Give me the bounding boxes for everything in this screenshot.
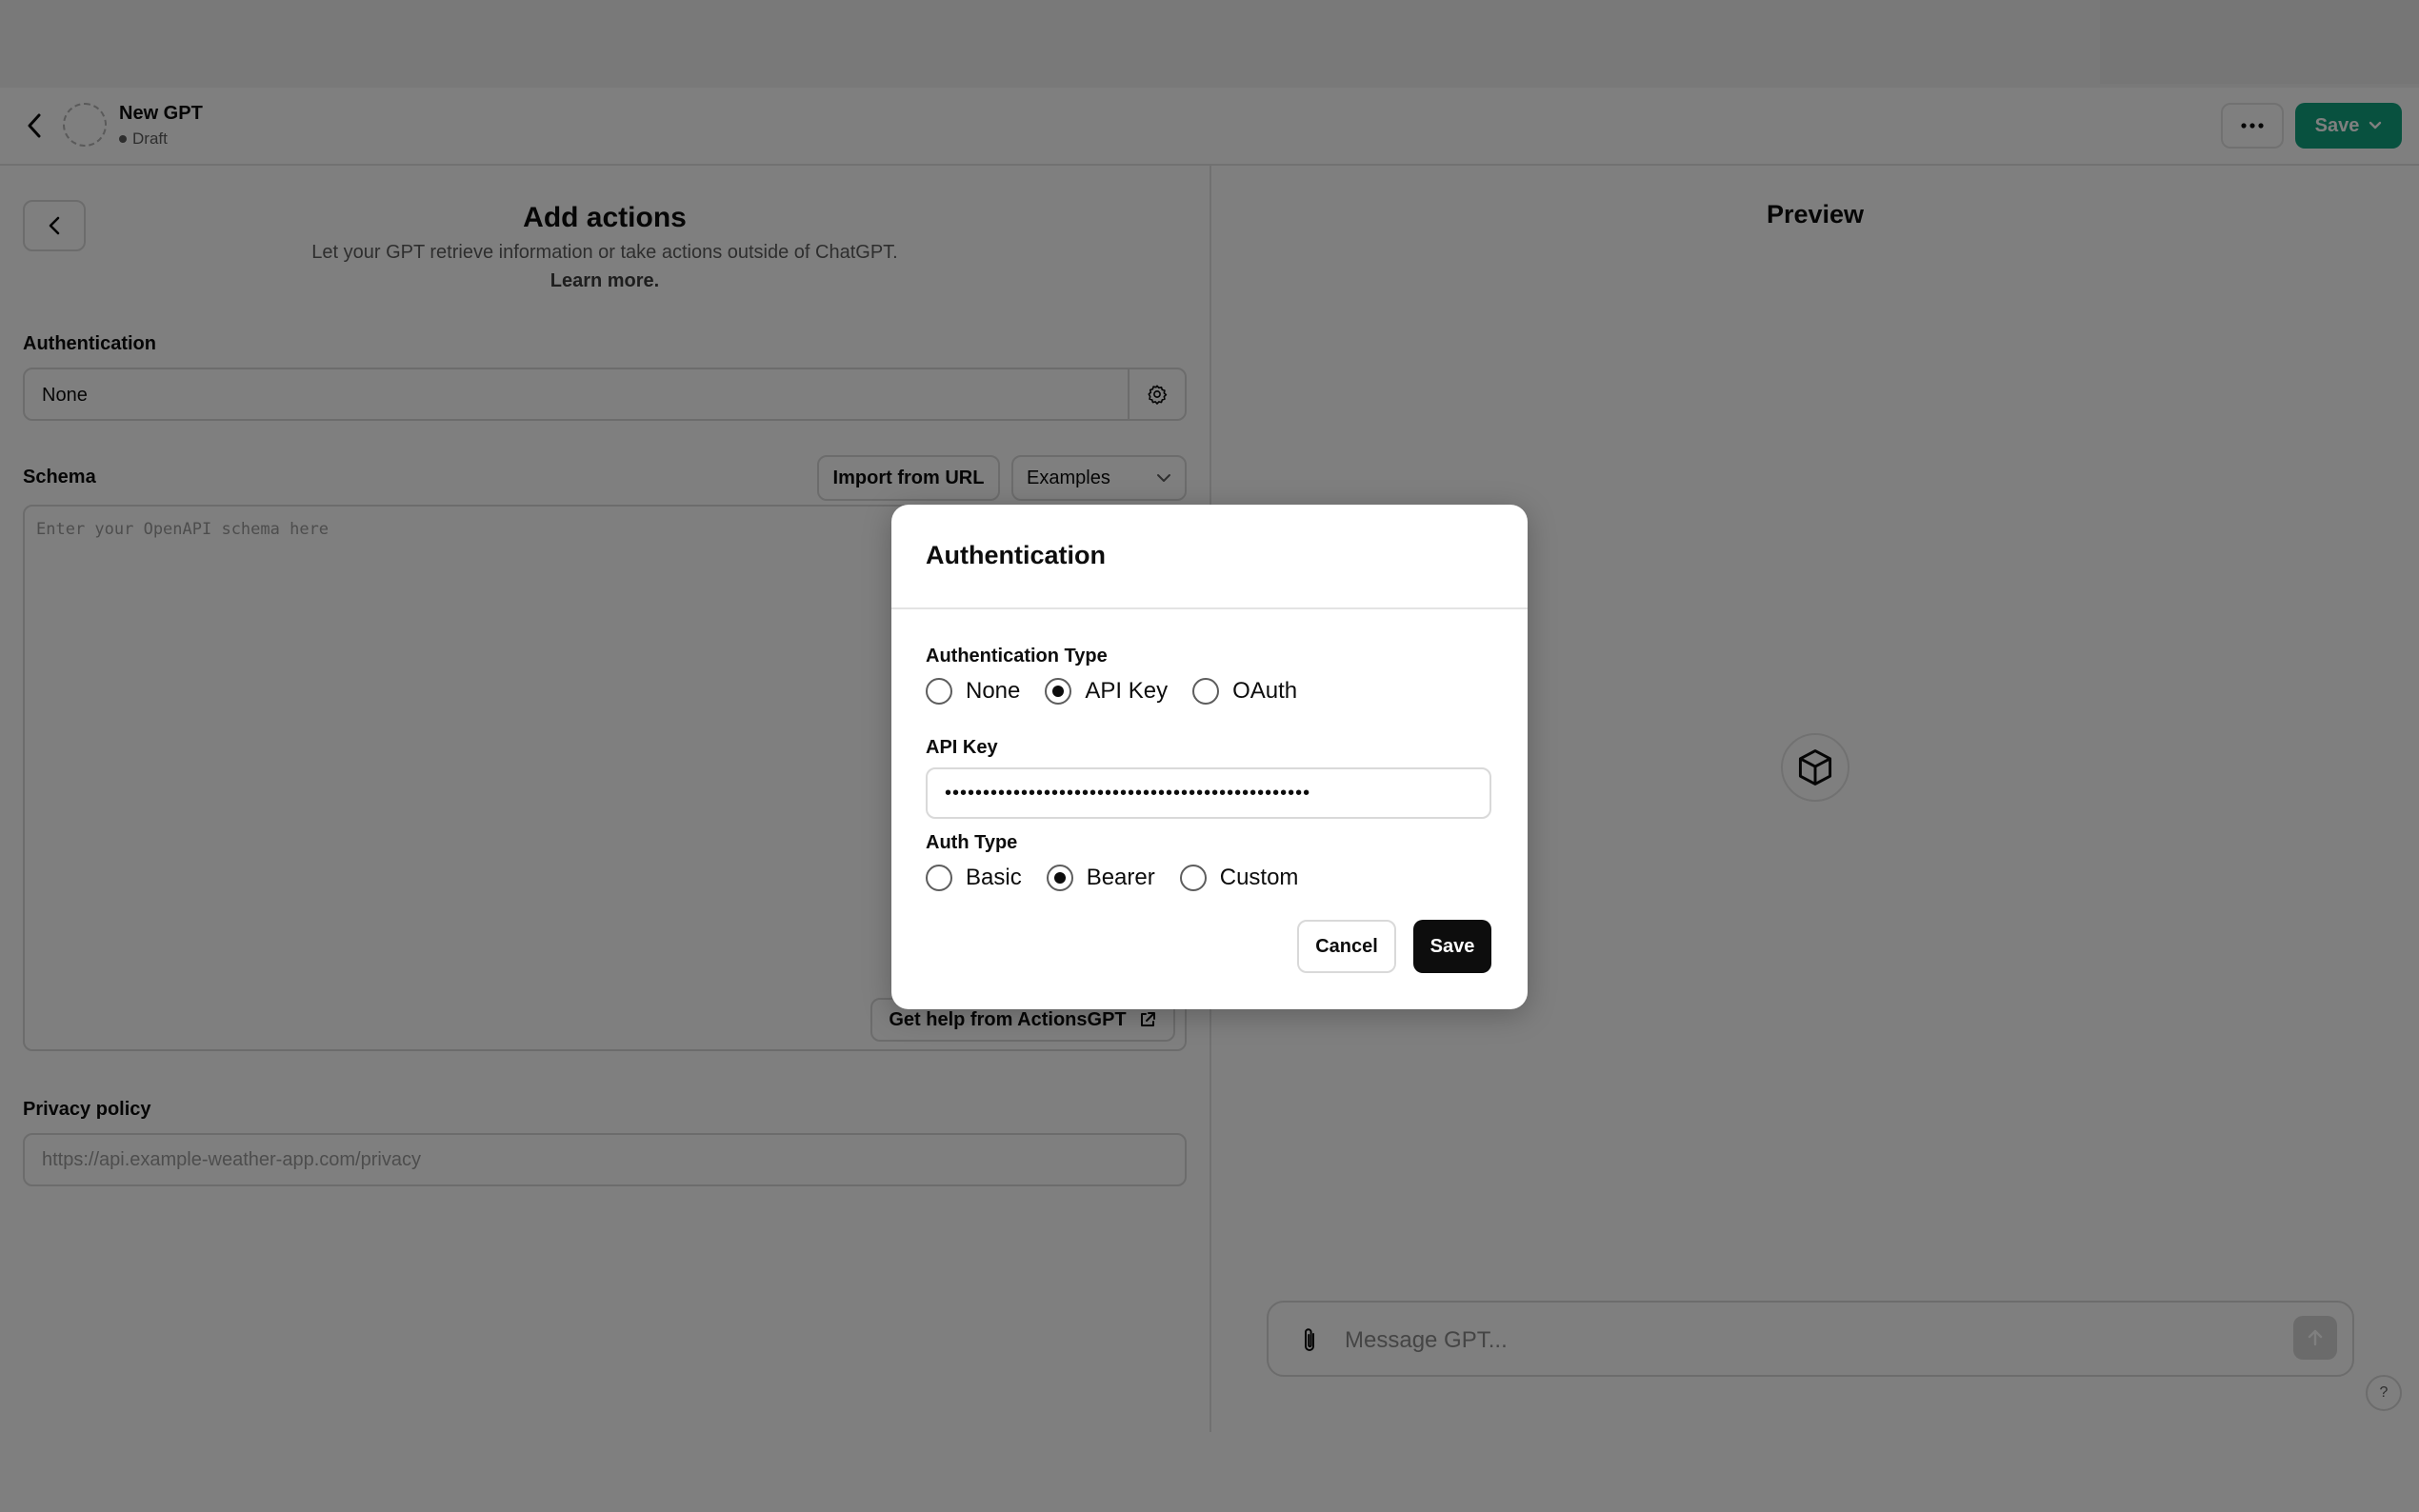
authentication-modal: Authentication Authentication Type None … xyxy=(891,505,1528,1009)
radio-button-selected[interactable] xyxy=(1045,678,1072,705)
auth-type-label: Authentication Type xyxy=(926,646,1108,666)
radio-button[interactable] xyxy=(926,678,952,705)
gpt-editor: New GPT Draft Save Add actions Let your … xyxy=(0,0,2419,1512)
radio-button[interactable] xyxy=(1192,678,1220,705)
radio-button[interactable] xyxy=(1179,865,1207,891)
auth-type-radio-group: None API Key OAuth xyxy=(926,678,1322,705)
radio-label: Bearer xyxy=(1086,865,1155,890)
modal-divider xyxy=(891,607,1528,609)
radio-label: API Key xyxy=(1085,678,1169,704)
auth-subtype-bearer-option[interactable]: Bearer xyxy=(1046,865,1155,891)
auth-subtype-basic-option[interactable]: Basic xyxy=(926,865,1022,891)
radio-button[interactable] xyxy=(926,865,952,891)
radio-button-selected[interactable] xyxy=(1046,865,1073,891)
auth-type-oauth-option[interactable]: OAuth xyxy=(1192,678,1297,705)
auth-subtype-radio-group: Basic Bearer Custom xyxy=(926,865,1323,891)
auth-subtype-label: Auth Type xyxy=(926,832,1018,853)
radio-label: None xyxy=(966,678,1021,704)
auth-type-none-option[interactable]: None xyxy=(926,678,1020,705)
radio-label: Basic xyxy=(966,865,1022,890)
auth-subtype-custom-option[interactable]: Custom xyxy=(1179,865,1299,891)
cancel-button[interactable]: Cancel xyxy=(1297,920,1396,973)
radio-label: OAuth xyxy=(1232,678,1298,704)
radio-label: Custom xyxy=(1219,865,1299,890)
auth-type-api-key-option[interactable]: API Key xyxy=(1045,678,1168,705)
save-button[interactable]: Save xyxy=(1413,920,1491,973)
modal-title: Authentication xyxy=(926,541,1106,569)
api-key-label: API Key xyxy=(926,737,998,758)
api-key-input[interactable]: ••••••••••••••••••••••••••••••••••••••••… xyxy=(926,767,1491,819)
